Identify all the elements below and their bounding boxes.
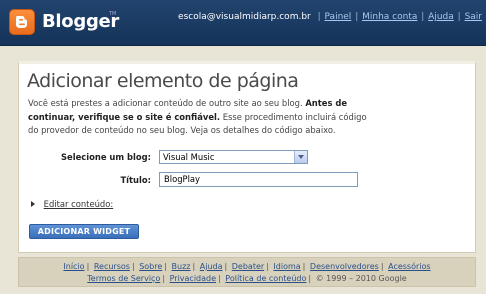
sair-link[interactable]: Sair bbox=[465, 12, 482, 22]
brand-name[interactable]: Blogger bbox=[42, 11, 119, 32]
footer-link-idioma[interactable]: Idioma bbox=[273, 262, 300, 271]
footer-link-acessorios[interactable]: Acessórios bbox=[388, 262, 430, 271]
footer-row-1: Início | Recursos | Sobre | Buzz | Ajuda | De… bbox=[63, 262, 431, 271]
painel-link[interactable]: Painel bbox=[325, 12, 352, 22]
footer-link-recursos[interactable]: Recursos bbox=[94, 262, 130, 271]
main-panel: Adicionar elemento de página Você está p… bbox=[18, 61, 476, 253]
footer-link-sobre[interactable]: Sobre bbox=[139, 262, 162, 271]
account-links: escola@visualmidiarp.com.br | Painel | M… bbox=[178, 12, 482, 22]
ajuda-link[interactable]: Ajuda bbox=[428, 12, 454, 22]
blogger-logo-icon[interactable] bbox=[9, 9, 35, 35]
copyright: © 1999 – 2010 Google bbox=[315, 274, 407, 283]
blog-select[interactable]: Visual Music bbox=[159, 150, 308, 164]
footer-row-2: Termos de Serviço | Privacidade | Política… bbox=[87, 274, 407, 283]
footer-link-privacidade[interactable]: Privacidade bbox=[170, 274, 216, 283]
blog-select-value: Visual Music bbox=[163, 152, 215, 162]
minha-conta-link[interactable]: Minha conta bbox=[362, 12, 417, 22]
edit-content-toggle[interactable]: Editar conteúdo: bbox=[31, 199, 113, 209]
top-bar: Blogger TM escola@visualmidiarp.com.br |… bbox=[0, 0, 486, 46]
footer-link-inicio[interactable]: Início bbox=[63, 262, 84, 271]
title-input[interactable]: BlogPlay bbox=[159, 172, 358, 187]
footer-link-desenvolvedores[interactable]: Desenvolvedores bbox=[310, 262, 379, 271]
title-field-label: Título: bbox=[120, 175, 151, 185]
expand-triangle-icon[interactable] bbox=[31, 201, 35, 207]
footer-link-debater[interactable]: Debater bbox=[232, 262, 264, 271]
trademark: TM bbox=[109, 11, 117, 17]
chevron-down-icon[interactable] bbox=[294, 151, 307, 163]
edit-content-link[interactable]: Editar conteúdo: bbox=[44, 199, 114, 209]
account-email: escola@visualmidiarp.com.br bbox=[178, 12, 311, 22]
blog-select-label: Selecione um blog: bbox=[61, 152, 151, 162]
add-widget-button[interactable]: ADICIONAR WIDGET bbox=[29, 224, 139, 239]
page-title: Adicionar elemento de página bbox=[27, 70, 299, 92]
description: Você está prestes a adicionar conteúdo d… bbox=[28, 97, 378, 138]
footer-link-politica[interactable]: Política de conteúdo bbox=[225, 274, 306, 283]
footer-link-termos[interactable]: Termos de Serviço bbox=[87, 274, 160, 283]
footer: Início | Recursos | Sobre | Buzz | Ajuda | De… bbox=[18, 257, 476, 287]
desc-prefix: Você está prestes a adicionar conteúdo d… bbox=[28, 98, 303, 108]
footer-link-buzz[interactable]: Buzz bbox=[172, 262, 191, 271]
footer-link-ajuda[interactable]: Ajuda bbox=[200, 262, 223, 271]
